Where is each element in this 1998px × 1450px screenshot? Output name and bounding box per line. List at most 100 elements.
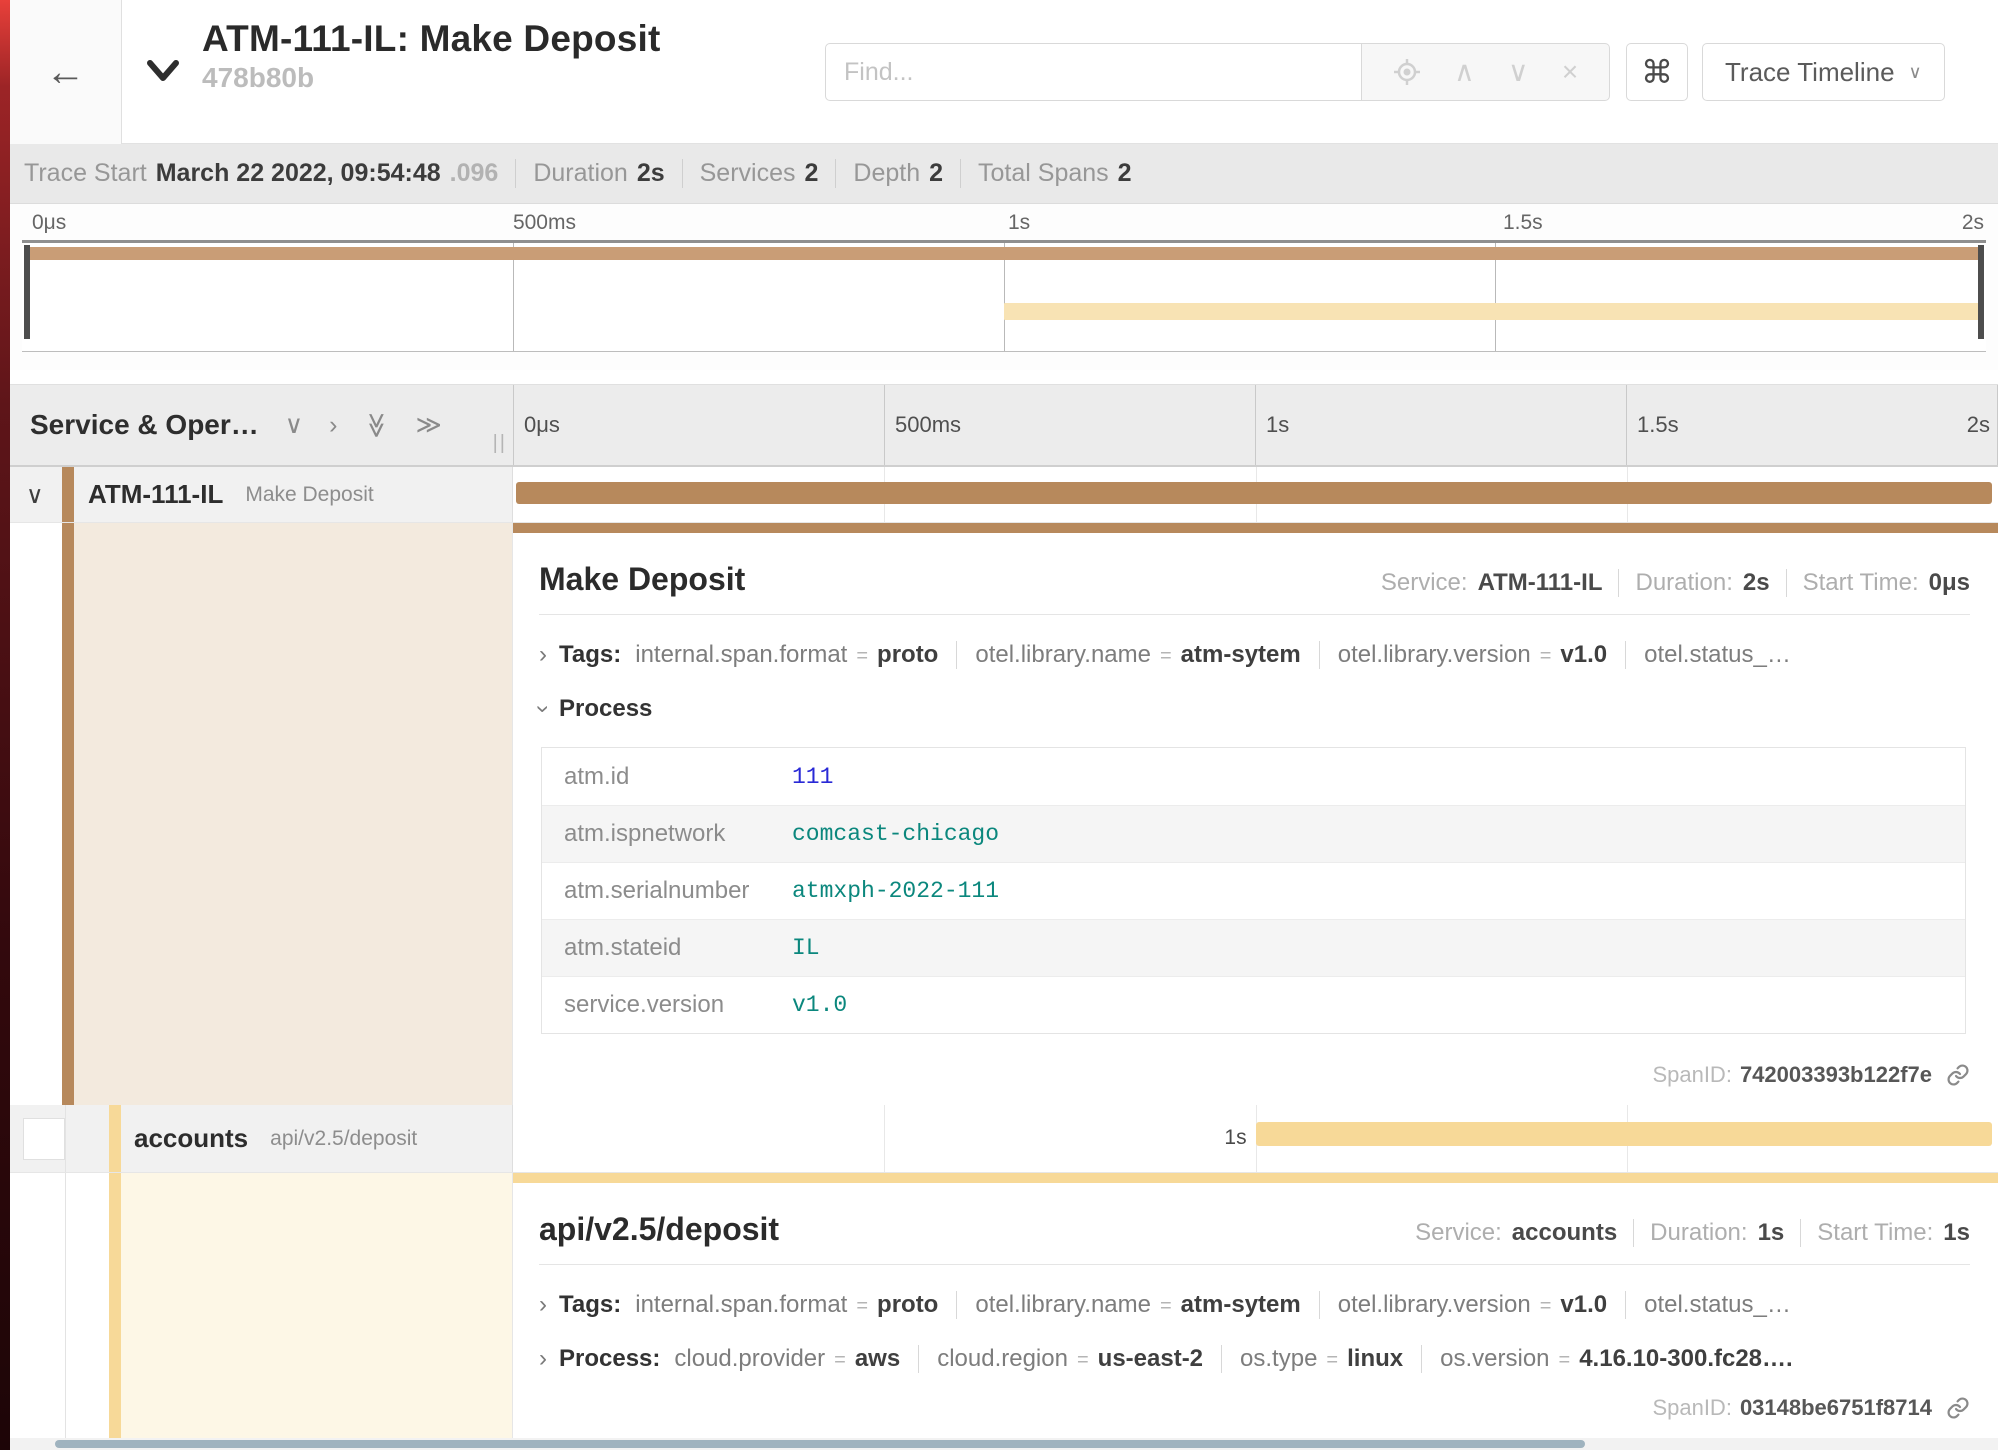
keyboard-shortcuts-button[interactable]: ⌘	[1626, 43, 1688, 101]
services-summary: Services 2	[682, 159, 836, 188]
ruler-cell: 500ms	[885, 385, 1256, 465]
minimap-ticks: 0μs 500ms 1s 1.5s 2s	[10, 204, 1998, 240]
duration-summary: Duration 2s	[515, 159, 681, 188]
trace-header: ← ATM-111-IL: Make Deposit 478b80b	[10, 0, 1998, 144]
minimap-right-handle[interactable]	[1978, 245, 1984, 339]
trace-page: ← ATM-111-IL: Make Deposit 478b80b	[10, 0, 1998, 1450]
column-resize-handle[interactable]: ||	[493, 432, 507, 455]
minimap-canvas[interactable]	[22, 240, 1986, 352]
span-timeline-cell[interactable]: 1s	[513, 1105, 1998, 1172]
span-bar-accounts[interactable]	[1256, 1122, 1993, 1146]
process-pair: cloud.provider=aws	[674, 1345, 918, 1373]
span-detail-title: Make Deposit	[539, 561, 745, 598]
process-label: Process	[559, 695, 652, 723]
process-section[interactable]: › Process: cloud.provider=aws cloud.regi…	[539, 1345, 1970, 1373]
span-name-cell[interactable]: accounts api/v2.5/deposit	[10, 1105, 513, 1172]
table-row: atm.serialnumber atmxph-2022-111	[542, 862, 1965, 919]
trace-start-value: March 22 2022, 09:54:48	[156, 159, 441, 188]
tick-label: 1s	[1008, 211, 1030, 235]
collapse-one-button[interactable]: ∨	[285, 413, 303, 438]
trace-view-dropdown[interactable]: Trace Timeline ∨	[1702, 43, 1945, 101]
total-spans-summary: Total Spans 2	[960, 159, 1149, 188]
trace-start-label: Trace Start	[24, 159, 147, 188]
process-section[interactable]: › Process	[539, 695, 1970, 723]
tag-pair: otel.library.name=atm-sytem	[956, 641, 1318, 669]
find-clear-button[interactable]: ×	[1562, 58, 1578, 86]
detail-accent-bar	[513, 523, 1998, 533]
span-timeline-cell[interactable]	[513, 467, 1998, 522]
service-color-bar	[62, 523, 74, 1105]
tags-section[interactable]: › Tags: internal.span.format=proto otel.…	[539, 641, 1970, 669]
trace-id: 478b80b	[202, 62, 660, 94]
span-name-cell[interactable]: ∨ ATM-111-IL Make Deposit	[10, 467, 513, 522]
view-dropdown-label: Trace Timeline	[1725, 57, 1895, 88]
close-icon: ×	[1562, 58, 1578, 86]
table-row: atm.id 111	[542, 748, 1965, 805]
span-detail-meta: Service:ATM-111-IL Duration:2s Start Tim…	[1365, 569, 1970, 597]
span-detail-panel: api/v2.5/deposit Service:accounts Durati…	[513, 1173, 1998, 1445]
span-detail-title: api/v2.5/deposit	[539, 1211, 779, 1248]
span-detail-row-atm: Make Deposit Service:ATM-111-IL Duration…	[10, 523, 1998, 1105]
copy-link-button[interactable]	[1946, 1396, 1970, 1420]
tick-label: 500ms	[885, 412, 961, 438]
detail-tint	[74, 523, 512, 1105]
collapse-trace-chevron[interactable]	[144, 56, 182, 91]
collapse-span-chevron[interactable]: ∨	[26, 481, 44, 510]
process-pair: os.type=linux	[1221, 1345, 1421, 1373]
chevron-up-icon: ∧	[1454, 58, 1475, 86]
find-group: ∧ ∨ ×	[825, 43, 1610, 101]
depth-summary: Depth 2	[835, 159, 960, 188]
double-chevron-down-icon: ≫	[363, 412, 391, 438]
timeline-gridline	[884, 1105, 885, 1172]
tick-label: 1.5s	[1627, 412, 1679, 438]
back-button[interactable]: ←	[10, 0, 122, 144]
timeline-ruler: 0μs 500ms 1s 1.5s 2s	[513, 385, 1998, 465]
tick-label: 0μs	[514, 412, 560, 438]
expand-all-button[interactable]: ≫	[416, 413, 442, 438]
trace-summary-bar: Trace Start March 22 2022, 09:54:48.096 …	[10, 144, 1998, 204]
span-id-row: SpanID: 742003393b122f7e	[539, 1062, 1970, 1110]
tag-pair: internal.span.format=proto	[635, 641, 956, 669]
collapse-all-button[interactable]: ≫	[364, 412, 389, 438]
span-row-accounts[interactable]: accounts api/v2.5/deposit 1s	[10, 1105, 1998, 1173]
span-row-atm[interactable]: ∨ ATM-111-IL Make Deposit	[10, 467, 1998, 523]
detail-tint	[121, 1173, 512, 1445]
jaeger-trace-view: ← ATM-111-IL: Make Deposit 478b80b	[0, 0, 1998, 1450]
service-color-bar	[109, 1105, 121, 1172]
tag-pair: otel.library.version=v1.0	[1319, 1291, 1625, 1319]
span-bar-atm[interactable]	[516, 482, 1992, 504]
chevron-down-icon: ∨	[1508, 58, 1529, 86]
span-id-row: SpanID: 03148be6751f8714	[539, 1395, 1970, 1443]
tick-label: 500ms	[513, 211, 576, 235]
tag-pair: internal.span.format=proto	[635, 1291, 956, 1319]
tree-guide-line	[65, 1105, 66, 1172]
chevron-down-icon: ∨	[285, 411, 303, 439]
find-next-button[interactable]: ∨	[1508, 58, 1529, 86]
focus-span-button[interactable]	[1393, 58, 1421, 86]
minimap-span-bar-accounts	[1004, 303, 1982, 320]
horizontal-scrollbar[interactable]	[55, 1440, 1585, 1448]
page-title: ATM-111-IL: Make Deposit	[202, 18, 660, 60]
link-icon	[1946, 1396, 1970, 1420]
tick-label: 2s	[1967, 385, 1990, 465]
tags-label: Tags:	[559, 641, 621, 669]
divider	[539, 614, 1970, 615]
find-input[interactable]	[825, 43, 1362, 101]
chevron-right-icon: ›	[539, 641, 547, 669]
ruler-cell: 1s	[1256, 385, 1627, 465]
minimap-left-handle[interactable]	[24, 245, 30, 339]
tick-label: 2s	[1962, 211, 1984, 235]
copy-link-button[interactable]	[1946, 1063, 1970, 1087]
operation-name: api/v2.5/deposit	[270, 1127, 417, 1151]
detail-accent-bar	[513, 1173, 1998, 1183]
span-detail-row-accounts: api/v2.5/deposit Service:accounts Durati…	[10, 1173, 1998, 1445]
tags-section[interactable]: › Tags: internal.span.format=proto otel.…	[539, 1291, 1970, 1319]
span-id-label: SpanID:	[1652, 1395, 1732, 1421]
span-detail-panel: Make Deposit Service:ATM-111-IL Duration…	[513, 523, 1998, 1105]
tick-label: 1.5s	[1503, 211, 1543, 235]
chevron-right-icon: ›	[539, 1345, 547, 1373]
trace-start-summary: Trace Start March 22 2022, 09:54:48.096	[24, 159, 515, 188]
expand-one-button[interactable]: ›	[329, 413, 337, 438]
find-prev-button[interactable]: ∧	[1454, 58, 1475, 86]
bottom-scroll-area	[10, 1438, 1998, 1450]
